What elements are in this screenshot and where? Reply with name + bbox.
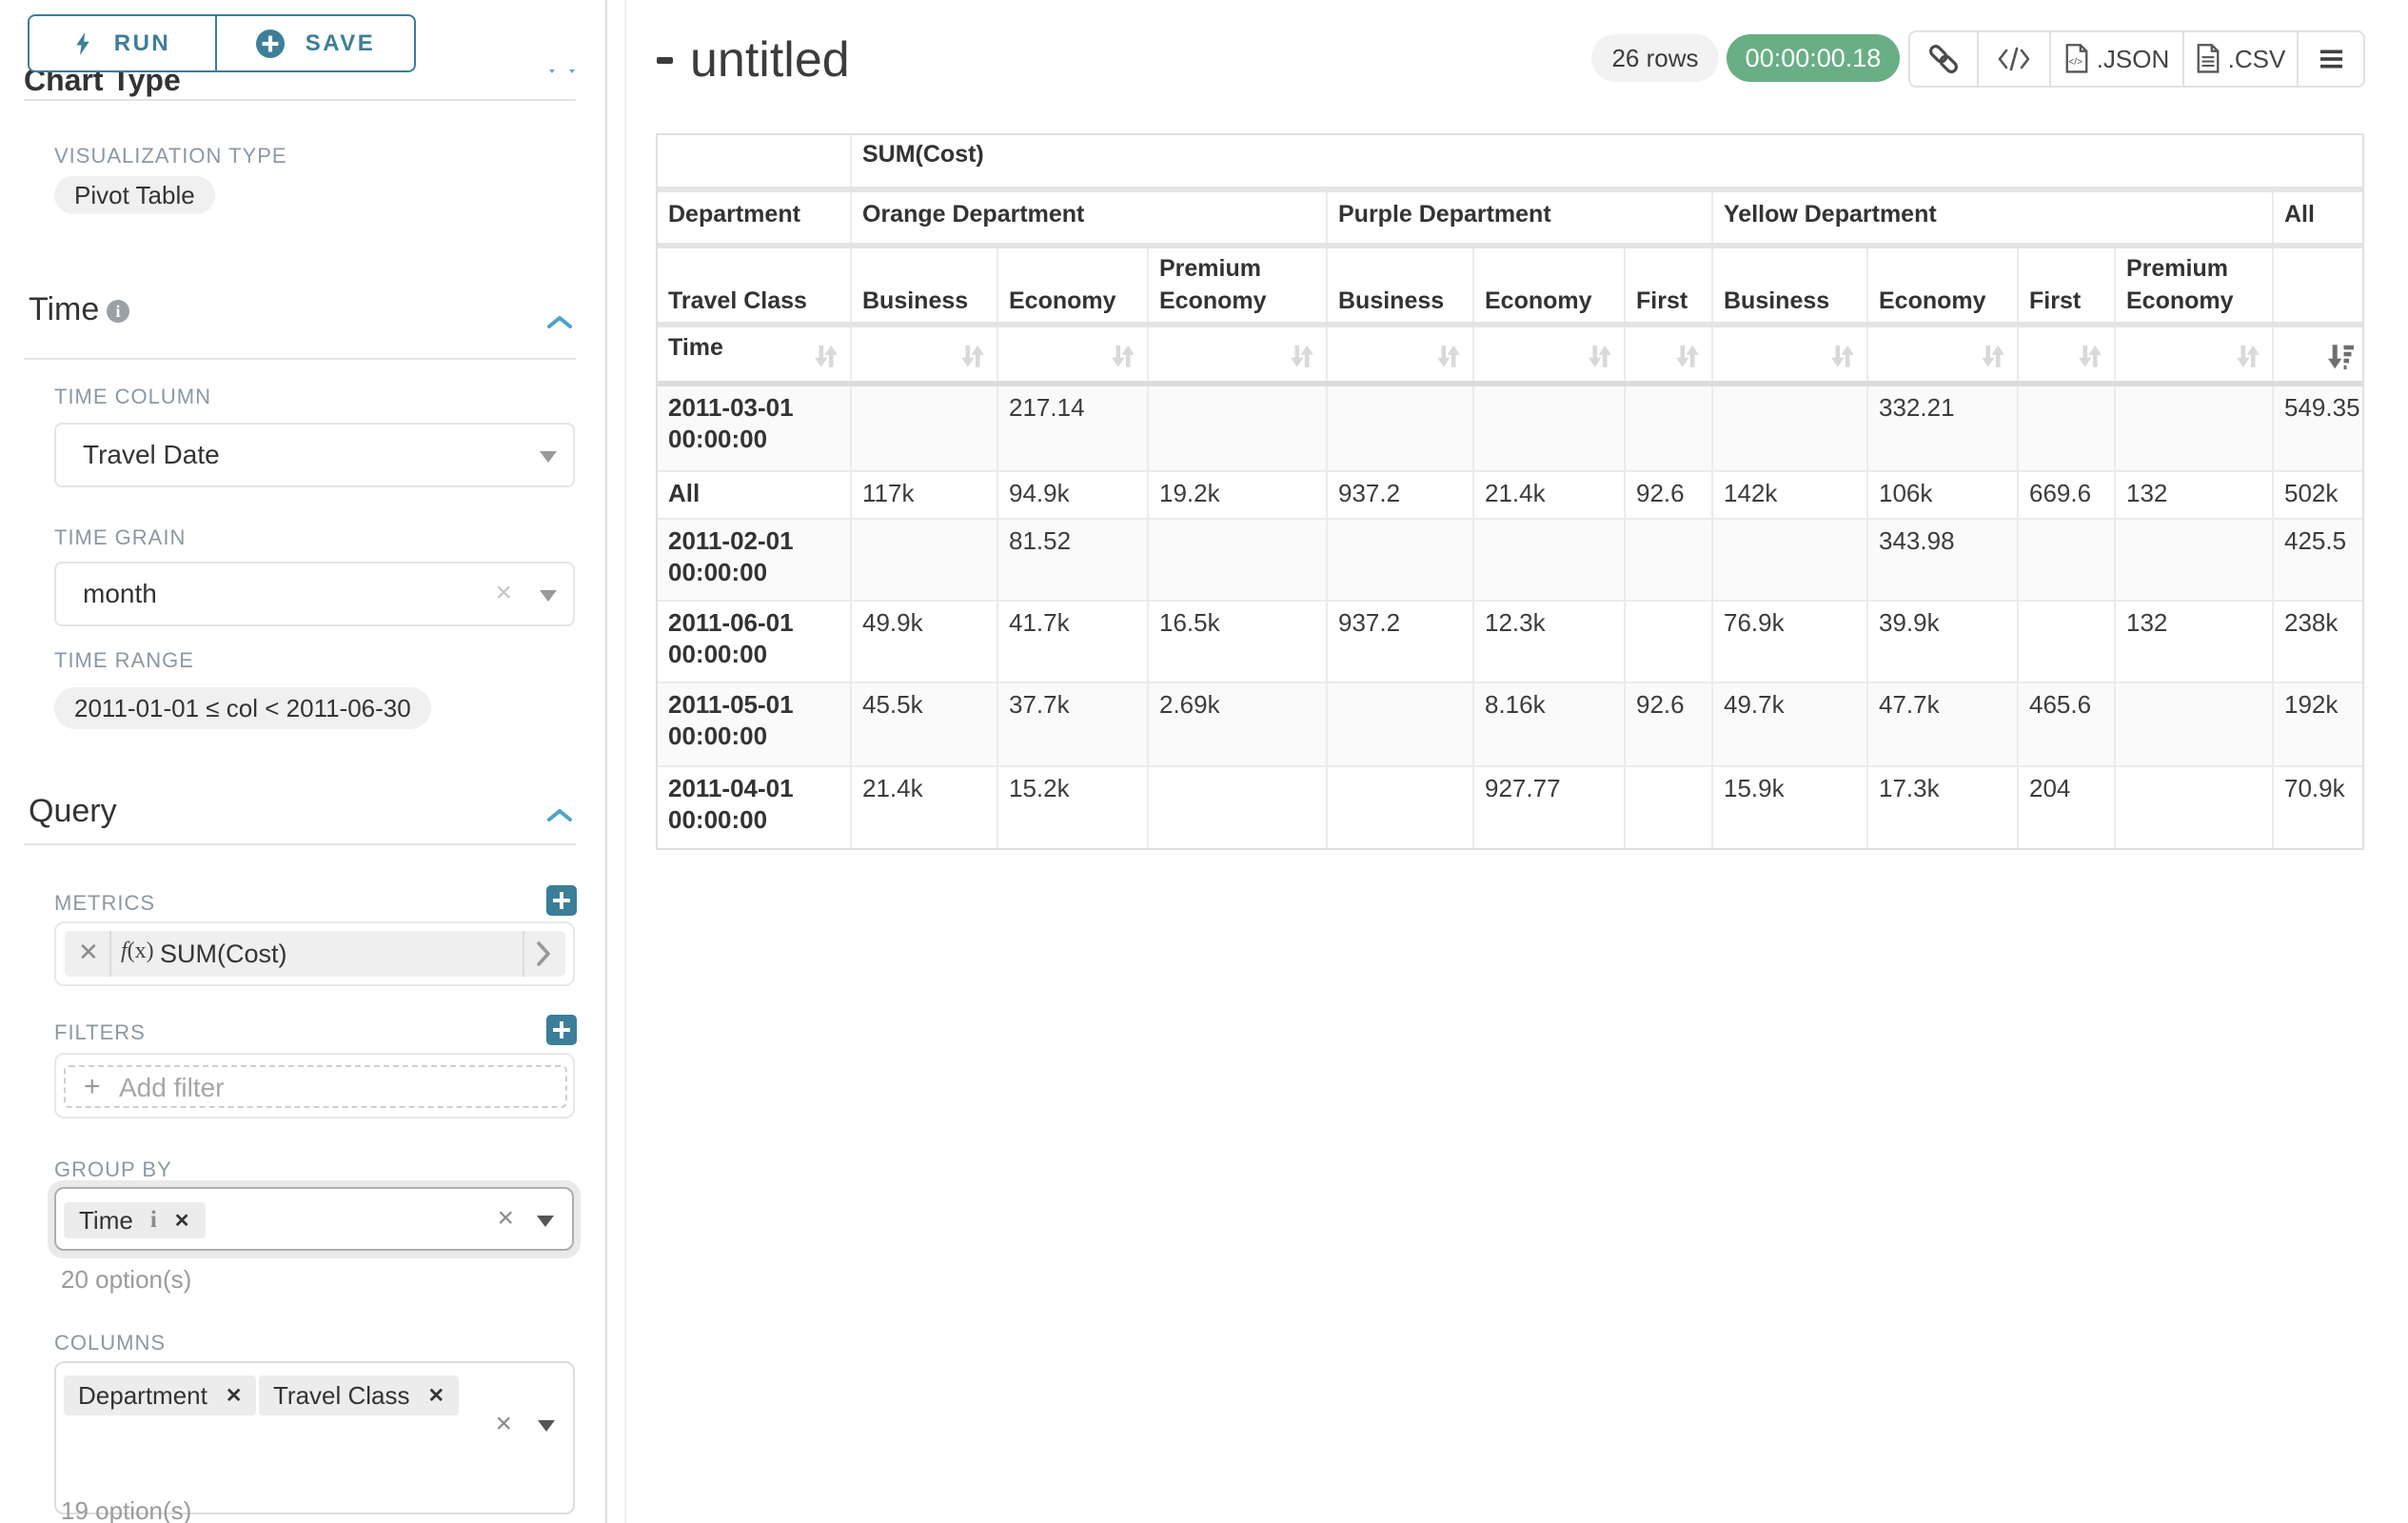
svg-text:</>: </> [2068, 57, 2082, 68]
